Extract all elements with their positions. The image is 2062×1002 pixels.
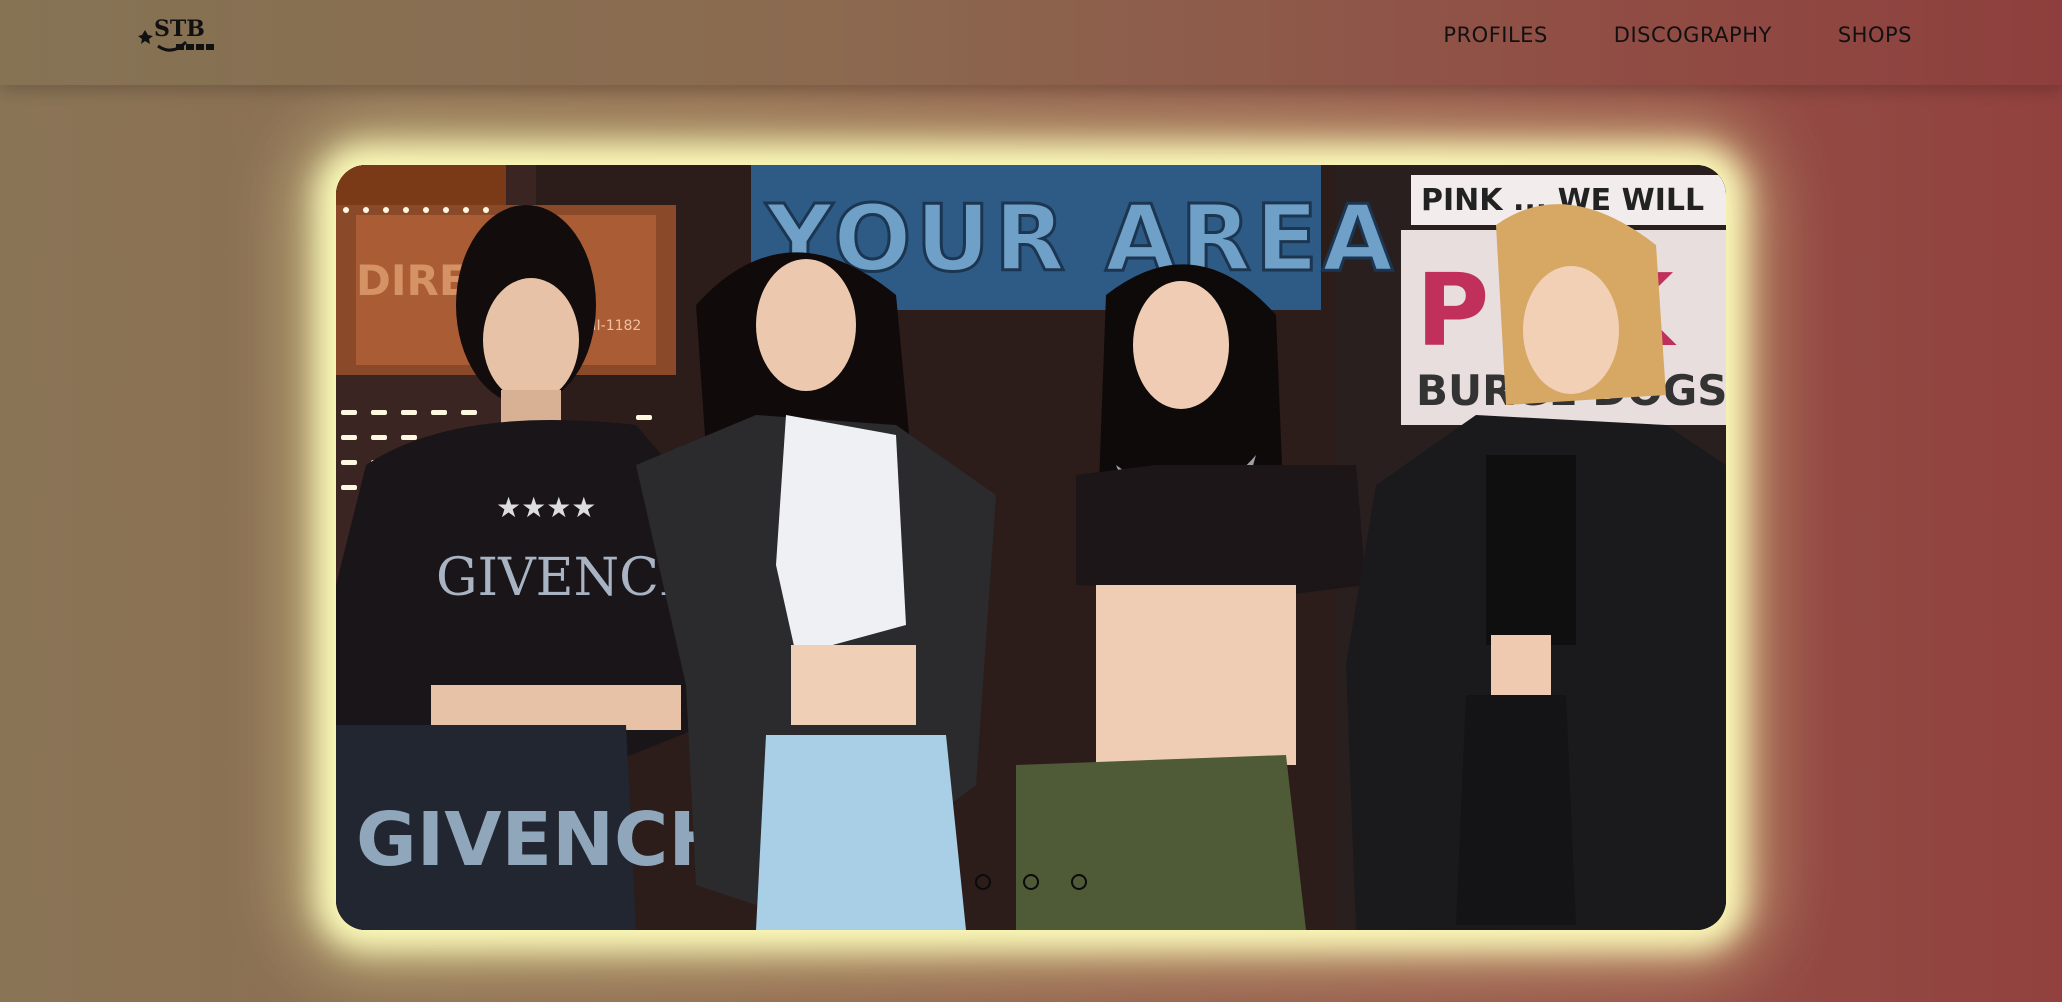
skirt-text: GIVENCH [356, 797, 730, 883]
group-photo: DIRE HI-1182 YOUR AREA PINK ... WE WILL … [336, 165, 1726, 930]
slider-dots [336, 874, 1726, 890]
logo-text: STB [154, 16, 205, 42]
slider-dot-1[interactable] [975, 874, 991, 890]
star-icon [138, 30, 153, 44]
nav-discography[interactable]: DISCOGRAPHY [1614, 23, 1772, 47]
left-sign-text: DIRE [356, 256, 468, 305]
nav-shops[interactable]: SHOPS [1838, 23, 1912, 47]
slider-dot-3[interactable] [1071, 874, 1087, 890]
site-header: STB PROFILES DISCOGRAPHY SHOPS [0, 0, 2062, 85]
nav-profiles[interactable]: PROFILES [1443, 23, 1547, 47]
image-slider[interactable]: DIRE HI-1182 YOUR AREA PINK ... WE WILL … [336, 165, 1726, 930]
svg-text:★★★★: ★★★★ [496, 492, 596, 523]
main-nav: PROFILES DISCOGRAPHY SHOPS [1443, 0, 1912, 70]
logo[interactable]: STB [136, 2, 226, 60]
slider-dot-2[interactable] [1023, 874, 1039, 890]
